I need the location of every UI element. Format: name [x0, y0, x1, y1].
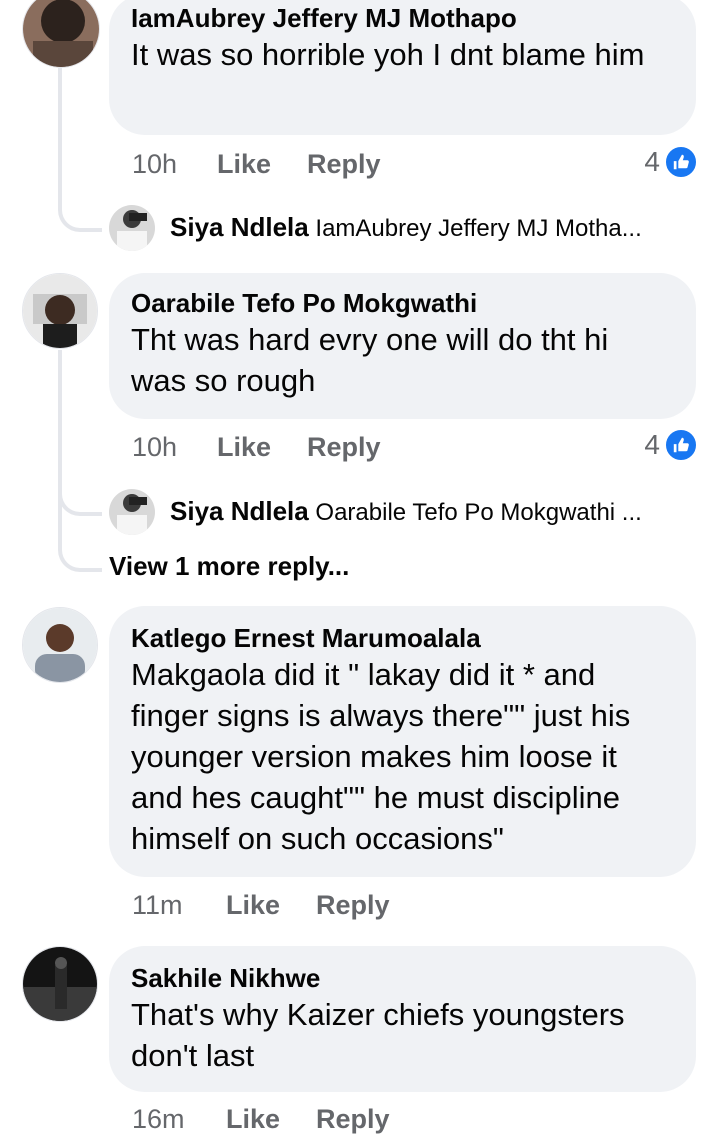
- avatar[interactable]: [22, 273, 98, 349]
- comment-text: Tht was hard evry one will do tht hi was…: [131, 322, 609, 398]
- comment-bubble[interactable]: Katlego Ernest Marumoalala Makgaola did …: [109, 606, 696, 877]
- avatar[interactable]: [22, 607, 98, 683]
- thread-line: [58, 350, 62, 540]
- thread-connector: [58, 480, 102, 516]
- comment-actions: 16m Like Reply: [132, 1104, 692, 1138]
- like-button[interactable]: Like: [217, 149, 271, 180]
- reply-button[interactable]: Reply: [307, 432, 381, 463]
- reaction-count[interactable]: 4: [644, 145, 698, 179]
- comment-actions: 10h Like Reply: [132, 432, 692, 466]
- like-button[interactable]: Like: [226, 890, 280, 921]
- comment-author[interactable]: Sakhile Nikhwe: [131, 962, 674, 994]
- comment-author[interactable]: Oarabile Tefo Po Mokgwathi: [131, 287, 674, 319]
- reply-text: IamAubrey Jeffery MJ Motha...: [315, 215, 642, 242]
- comment-actions: 10h Like Reply: [132, 149, 692, 183]
- comment-bubble[interactable]: Oarabile Tefo Po Mokgwathi Tht was hard …: [109, 273, 696, 419]
- like-button[interactable]: Like: [226, 1104, 280, 1135]
- reply-text: Oarabile Tefo Po Mokgwathi ...: [315, 499, 642, 526]
- avatar[interactable]: [109, 489, 155, 535]
- reply-button[interactable]: Reply: [316, 890, 390, 921]
- reply-preview[interactable]: Siya Ndlela Oarabile Tefo Po Mokgwathi .…: [170, 496, 642, 527]
- thumbs-up-icon: [664, 145, 698, 179]
- reply-author[interactable]: Siya Ndlela: [170, 496, 309, 526]
- reply-button[interactable]: Reply: [307, 149, 381, 180]
- reaction-count-value: 4: [644, 146, 660, 177]
- avatar[interactable]: [22, 946, 98, 1022]
- reply-button[interactable]: Reply: [316, 1104, 390, 1135]
- reply-author[interactable]: Siya Ndlela: [170, 212, 309, 242]
- avatar[interactable]: [22, 0, 100, 68]
- reaction-count-value: 4: [644, 429, 660, 460]
- comment-author[interactable]: Katlego Ernest Marumoalala: [131, 622, 674, 654]
- comment-time[interactable]: 10h: [132, 432, 177, 463]
- avatar[interactable]: [109, 205, 155, 251]
- comment-text: That's why Kaizer chiefs youngsters don'…: [131, 997, 625, 1073]
- comment-time[interactable]: 16m: [132, 1104, 185, 1135]
- comment-bubble[interactable]: Sakhile Nikhwe That's why Kaizer chiefs …: [109, 946, 696, 1092]
- comment-time[interactable]: 11m: [132, 890, 183, 921]
- reaction-count[interactable]: 4: [644, 428, 698, 462]
- comment-bubble[interactable]: IamAubrey Jeffery MJ Mothapo It was so h…: [109, 0, 696, 135]
- thread-connector: [58, 200, 102, 232]
- comment-actions: 11m Like Reply: [132, 890, 692, 924]
- comment-text: Makgaola did it " lakay did it * and fin…: [131, 657, 631, 856]
- comment-time[interactable]: 10h: [132, 149, 177, 180]
- thumbs-up-icon: [664, 428, 698, 462]
- thread-line: [58, 68, 62, 208]
- comment-text: It was so horrible yoh I dnt blame him: [131, 37, 645, 72]
- comment-author[interactable]: IamAubrey Jeffery MJ Mothapo: [131, 2, 674, 34]
- reply-preview[interactable]: Siya Ndlela IamAubrey Jeffery MJ Motha..…: [170, 212, 642, 243]
- view-more-replies-link[interactable]: View 1 more reply...: [109, 551, 349, 582]
- like-button[interactable]: Like: [217, 432, 271, 463]
- thread-connector: [58, 530, 102, 572]
